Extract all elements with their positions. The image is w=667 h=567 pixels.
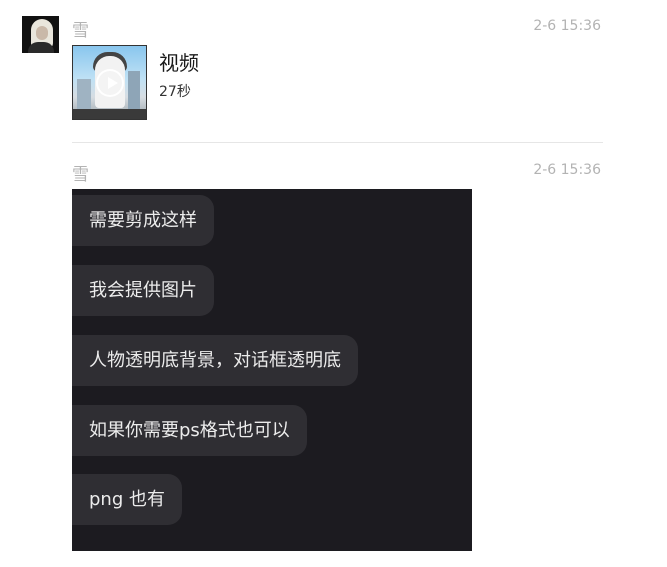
sender-name: 雪 [72, 165, 89, 185]
message-divider [72, 142, 603, 143]
message-time: 2-6 15:36 [533, 162, 601, 178]
chat-bubble: png 也有 [72, 474, 182, 525]
chat-bubble: 如果你需要ps格式也可以 [72, 405, 307, 456]
video-duration: 27秒 [159, 84, 191, 100]
chat-bubble: 我会提供图片 [72, 265, 214, 316]
message-time: 2-6 15:36 [533, 18, 601, 34]
thumbnail-building [77, 79, 91, 109]
chat-bubble: 需要剪成这样 [72, 195, 214, 246]
play-circle-icon[interactable] [96, 69, 124, 97]
chat-bubble: 人物透明底背景，对话框透明底 [72, 335, 358, 386]
thumbnail-building [128, 71, 140, 109]
image-message[interactable]: 需要剪成这样 我会提供图片 人物透明底背景，对话框透明底 如果你需要ps格式也可… [72, 189, 472, 551]
sender-avatar[interactable] [22, 16, 59, 53]
thumbnail-bottom-bar [73, 109, 146, 119]
avatar-body [28, 42, 54, 53]
video-thumbnail[interactable] [72, 45, 147, 120]
avatar-face [36, 26, 48, 40]
video-title[interactable]: 视频 [159, 47, 199, 76]
sender-name: 雪 [72, 21, 89, 41]
